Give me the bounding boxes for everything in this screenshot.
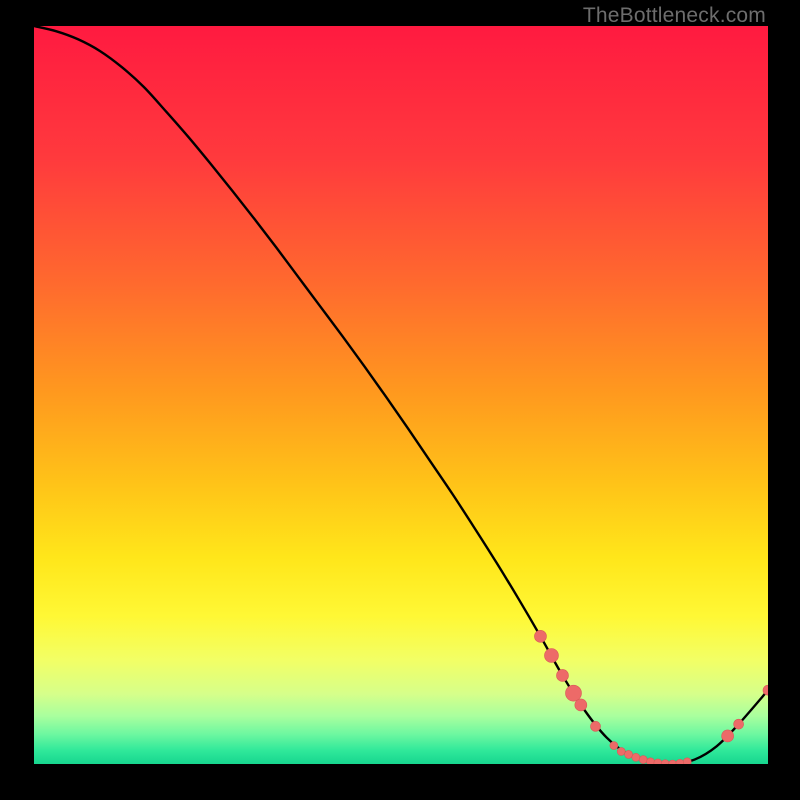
- chart-svg: [34, 26, 768, 764]
- data-marker: [676, 759, 684, 764]
- data-marker: [625, 750, 633, 758]
- data-marker: [734, 719, 744, 729]
- data-marker: [575, 699, 587, 711]
- data-markers: [534, 630, 768, 764]
- plot-area: [34, 26, 768, 764]
- data-marker: [661, 760, 669, 764]
- watermark-text: TheBottleneck.com: [583, 4, 766, 28]
- data-marker: [617, 747, 625, 755]
- data-marker: [591, 721, 601, 731]
- data-marker: [654, 759, 662, 764]
- data-marker: [683, 758, 691, 764]
- data-marker: [647, 758, 655, 764]
- data-marker: [534, 630, 546, 642]
- data-marker: [565, 685, 581, 701]
- data-marker: [632, 753, 640, 761]
- data-marker: [610, 742, 618, 750]
- data-marker: [722, 730, 734, 742]
- data-marker: [544, 649, 558, 663]
- bottleneck-curve: [34, 26, 768, 764]
- data-marker: [556, 669, 568, 681]
- chart-stage: TheBottleneck.com: [0, 0, 800, 800]
- data-marker: [639, 756, 647, 764]
- data-marker: [669, 760, 677, 764]
